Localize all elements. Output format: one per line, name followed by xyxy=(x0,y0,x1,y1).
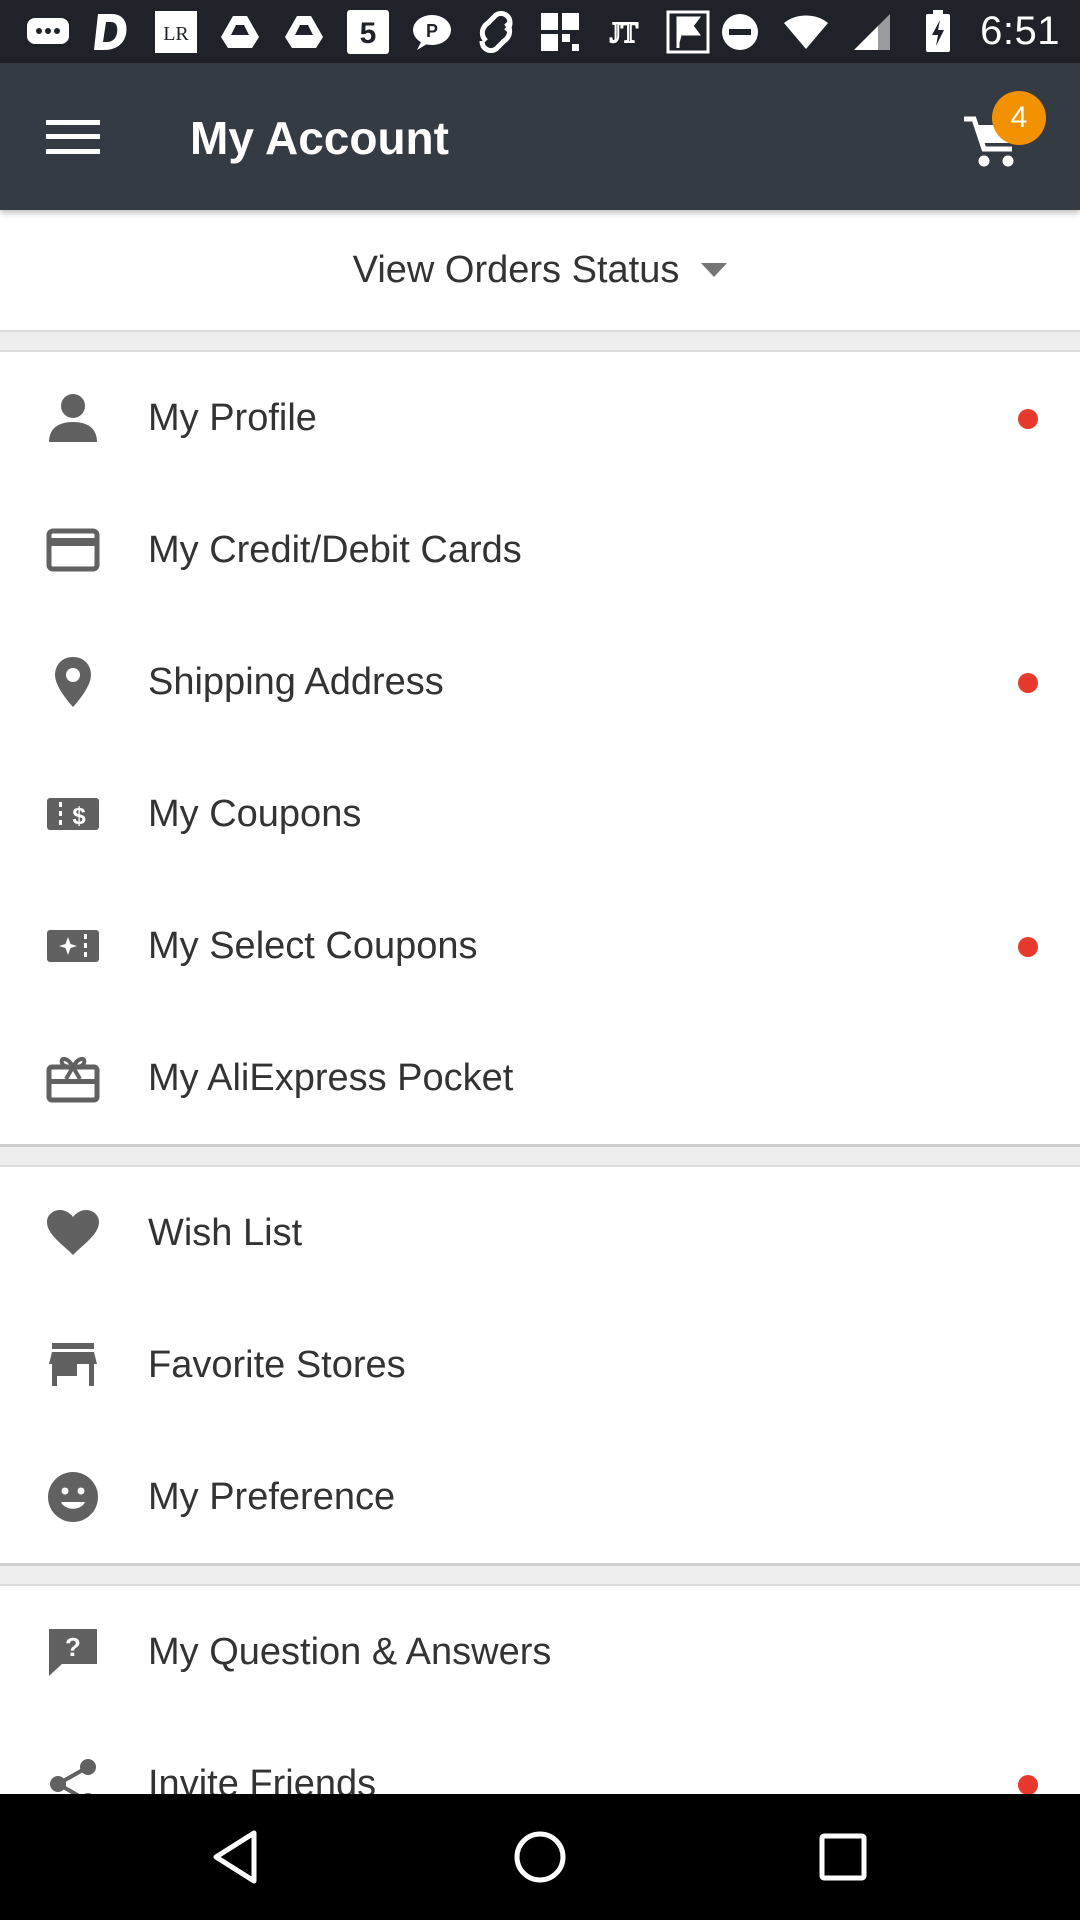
view-orders-status-button[interactable]: View Orders Status xyxy=(0,210,1080,332)
recents-icon xyxy=(819,1833,867,1881)
coupon-star-icon xyxy=(44,919,102,973)
notification-dot xyxy=(1018,1775,1038,1794)
svg-text:LR: LR xyxy=(163,23,189,45)
five-app-icon: 5 xyxy=(344,10,392,54)
notification-dot xyxy=(1018,673,1038,693)
menu-item-label: My Profile xyxy=(148,396,317,439)
account-menu: View Orders Status My Profile My Credit/… xyxy=(0,210,1080,1794)
coupon-dollar-icon: $ xyxy=(44,787,102,841)
menu-item-label: Invite Friends xyxy=(148,1762,377,1795)
status-bar: LR 5 P JT 6:51 xyxy=(0,0,1080,63)
menu-item-label: Wish List xyxy=(148,1211,303,1254)
menu-item-label: My Question & Answers xyxy=(148,1630,552,1673)
svg-text:?: ? xyxy=(65,1632,81,1662)
drive-icon xyxy=(216,10,264,54)
menu-item-credit-debit-cards[interactable]: My Credit/Debit Cards xyxy=(0,484,1080,616)
wifi-icon xyxy=(782,10,830,54)
store-icon xyxy=(44,1338,102,1392)
home-icon xyxy=(514,1831,566,1883)
do-not-disturb-icon xyxy=(716,10,764,54)
credit-card-icon xyxy=(44,523,102,577)
heart-icon xyxy=(44,1206,102,1260)
gift-card-icon xyxy=(44,1051,102,1105)
battery-charging-icon xyxy=(914,9,962,54)
menu-item-label: My Credit/Debit Cards xyxy=(148,528,522,571)
svg-text:P: P xyxy=(426,21,438,41)
menu-item-label: Favorite Stores xyxy=(148,1343,406,1386)
drive-icon xyxy=(280,10,328,54)
menu-item-favorite-stores[interactable]: Favorite Stores xyxy=(0,1299,1080,1431)
chat-bubble-icon xyxy=(24,10,72,54)
menu-item-label: My AliExpress Pocket xyxy=(148,1056,514,1099)
menu-item-label: My Preference xyxy=(148,1475,396,1518)
clock: 6:51 xyxy=(980,9,1060,53)
menu-item-label: My Select Coupons xyxy=(148,924,478,967)
menu-item-my-profile[interactable]: My Profile xyxy=(0,352,1080,484)
menu-item-aliexpress-pocket[interactable]: My AliExpress Pocket xyxy=(0,1012,1080,1144)
page-title: My Account xyxy=(190,112,449,164)
flag-app-icon xyxy=(664,10,712,54)
back-button[interactable] xyxy=(200,1822,270,1892)
location-pin-icon xyxy=(44,655,102,709)
menu-item-my-select-coupons[interactable]: My Select Coupons xyxy=(0,880,1080,1012)
grid-app-icon xyxy=(536,10,584,54)
menu-item-my-preference[interactable]: My Preference xyxy=(0,1431,1080,1563)
menu-item-shipping-address[interactable]: Shipping Address xyxy=(0,616,1080,748)
recents-button[interactable] xyxy=(808,1822,878,1892)
menu-button[interactable] xyxy=(34,103,112,171)
question-bubble-icon: ? xyxy=(44,1625,102,1679)
link-app-icon xyxy=(472,10,520,54)
person-icon xyxy=(44,391,102,445)
view-orders-status-label: View Orders Status xyxy=(352,248,680,291)
system-navigation-bar xyxy=(0,1794,1080,1920)
menu-item-invite-friends[interactable]: Invite Friends xyxy=(0,1718,1080,1794)
menu-item-my-coupons[interactable]: $ My Coupons xyxy=(0,748,1080,880)
favorites-section: Wish List Favorite Stores My Preference xyxy=(0,1165,1080,1566)
smiley-icon xyxy=(44,1470,102,1524)
signal-icon xyxy=(848,10,896,54)
jt-app-icon: JT xyxy=(600,10,648,54)
notification-icons: LR 5 P JT xyxy=(24,8,712,56)
caret-down-icon xyxy=(701,263,728,277)
pandora-icon: P xyxy=(408,10,456,54)
notification-dot xyxy=(1018,937,1038,957)
app-bar: My Account 4 xyxy=(0,63,1080,210)
home-button[interactable] xyxy=(505,1822,575,1892)
back-icon xyxy=(213,1830,257,1884)
account-section: My Profile My Credit/Debit Cards Shippin… xyxy=(0,350,1080,1147)
hamburger-icon xyxy=(46,120,100,154)
community-section: ? My Question & Answers Invite Friends xyxy=(0,1584,1080,1794)
svg-text:$: $ xyxy=(72,803,86,830)
menu-item-label: My Coupons xyxy=(148,792,362,835)
d-app-icon xyxy=(88,10,136,54)
menu-item-label: Shipping Address xyxy=(148,660,444,703)
svg-text:5: 5 xyxy=(360,17,377,50)
share-icon xyxy=(44,1757,102,1794)
svg-text:JT: JT xyxy=(610,18,638,49)
lr-app-icon: LR xyxy=(152,10,200,54)
cart-button[interactable]: 4 xyxy=(956,91,1046,183)
notification-dot xyxy=(1018,409,1038,429)
menu-item-question-answers[interactable]: ? My Question & Answers xyxy=(0,1586,1080,1718)
cart-count-badge: 4 xyxy=(992,91,1046,145)
menu-item-wish-list[interactable]: Wish List xyxy=(0,1167,1080,1299)
